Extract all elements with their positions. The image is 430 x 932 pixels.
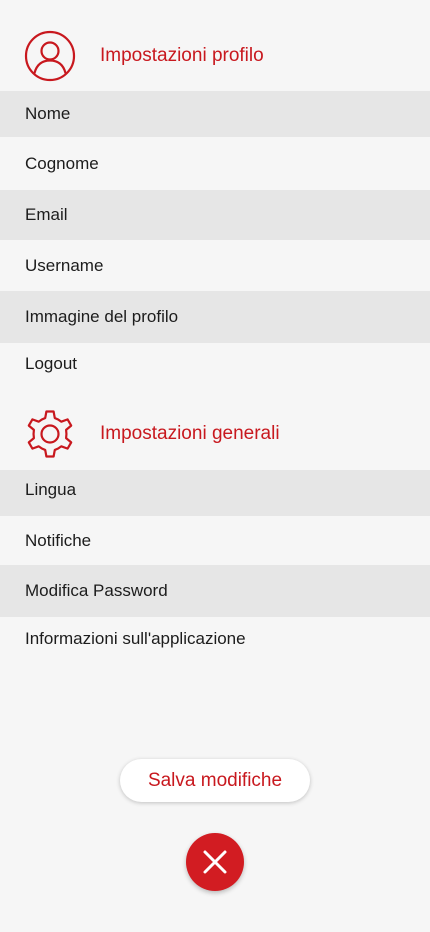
gear-icon bbox=[24, 408, 76, 460]
row-label: Username bbox=[25, 255, 104, 275]
row-label: Email bbox=[25, 205, 68, 224]
row-label: Informazioni sull'applicazione bbox=[25, 629, 246, 648]
profile-settings-header: Impostazioni profilo bbox=[0, 26, 430, 86]
general-settings-header: Impostazioni generali bbox=[0, 404, 430, 464]
user-circle-icon bbox=[24, 30, 76, 82]
general-settings-title: Impostazioni generali bbox=[100, 423, 280, 444]
row-nome[interactable]: Nome bbox=[0, 91, 430, 137]
row-cognome[interactable]: Cognome bbox=[0, 137, 430, 190]
row-notifications[interactable]: Notifiche bbox=[0, 516, 430, 565]
profile-settings-title: Impostazioni profilo bbox=[100, 45, 264, 66]
row-username[interactable]: Username bbox=[0, 240, 430, 291]
row-logout[interactable]: Logout bbox=[0, 343, 430, 384]
close-button[interactable] bbox=[186, 833, 244, 891]
row-change-password[interactable]: Modifica Password bbox=[0, 565, 430, 617]
row-label: Notifiche bbox=[25, 530, 92, 550]
row-app-info[interactable]: Informazioni sull'applicazione bbox=[0, 617, 430, 661]
row-label: Nome bbox=[25, 104, 71, 123]
row-email[interactable]: Email bbox=[0, 190, 430, 240]
save-changes-button[interactable]: Salva modifiche bbox=[120, 759, 310, 802]
row-label: Modifica Password bbox=[25, 581, 168, 600]
row-label: Lingua bbox=[25, 480, 77, 499]
row-label: Immagine del profilo bbox=[25, 307, 179, 326]
row-profile-image[interactable]: Immagine del profilo bbox=[0, 291, 430, 343]
row-label: Cognome bbox=[25, 153, 99, 173]
row-language[interactable]: Lingua bbox=[0, 470, 430, 516]
close-icon bbox=[202, 849, 228, 875]
row-label: Logout bbox=[25, 353, 77, 373]
